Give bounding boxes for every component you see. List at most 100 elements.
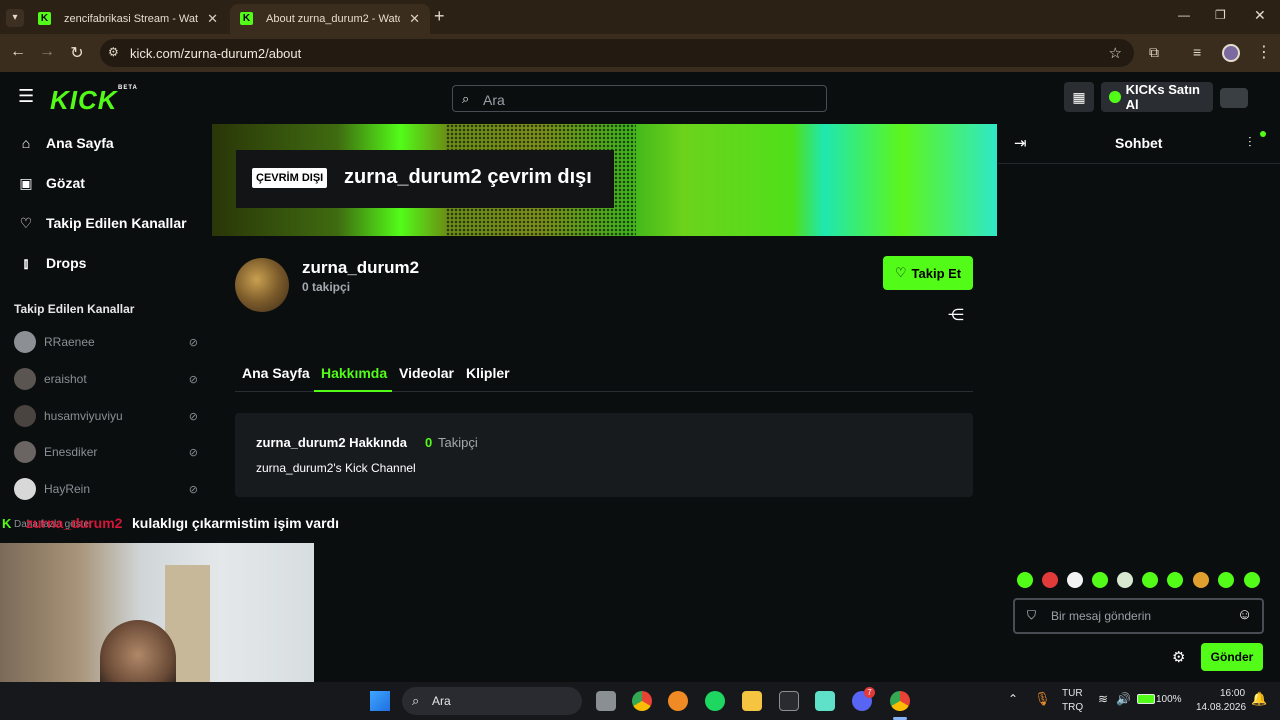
emote-icon[interactable]	[1042, 572, 1058, 588]
send-button[interactable]: Gönder	[1201, 643, 1263, 671]
sidebar-item-following[interactable]: ♡ Takip Edilen Kanallar	[18, 208, 187, 238]
followed-channel-item[interactable]: HayRein ⊘	[14, 475, 198, 503]
task-view-icon[interactable]	[596, 691, 616, 711]
taskbar-search[interactable]: ⌕ Ara	[402, 687, 582, 715]
epic-games-icon[interactable]	[779, 691, 799, 711]
drops-icon: ⫾	[23, 254, 29, 271]
language-top[interactable]: TUR	[1062, 688, 1083, 699]
search-input[interactable]: ⌕ Ara	[452, 85, 827, 112]
user-avatar[interactable]	[1220, 88, 1248, 108]
buy-kicks-button[interactable]: KICKs Satın Al	[1101, 82, 1213, 112]
media-control-icon[interactable]: ≡	[1193, 44, 1201, 60]
sidebar-item-label: Takip Edilen Kanallar	[46, 215, 187, 231]
tab-close-icon[interactable]: ✕	[207, 11, 218, 27]
chat-header-divider	[998, 163, 1280, 164]
emote-icon[interactable]	[1142, 572, 1158, 588]
emote-icon[interactable]	[1193, 572, 1209, 588]
about-title: zurna_durum2 Hakkında	[256, 435, 407, 450]
channel-name: zurna_durum2	[302, 258, 420, 277]
collapse-chat-icon[interactable]: ⇥	[1014, 134, 1027, 152]
tab-title: zencifabrikasi Stream - Watch L	[64, 13, 198, 25]
clock-time[interactable]: 16:00	[1220, 688, 1245, 699]
tab-list-chevron-icon[interactable]: ▾	[6, 9, 24, 27]
tab-close-icon[interactable]: ✕	[409, 11, 420, 27]
bookmark-star-icon[interactable]: ☆	[1109, 44, 1122, 62]
reload-icon[interactable]: ↻	[67, 43, 87, 63]
wifi-icon[interactable]: ≋	[1098, 692, 1108, 706]
emote-icon[interactable]	[1017, 572, 1033, 588]
emote-icon[interactable]	[1244, 572, 1260, 588]
followed-channel-item[interactable]: husamviyuviyu ⊘	[14, 402, 198, 430]
profile-avatar[interactable]	[1222, 44, 1240, 62]
language-bottom[interactable]: TRQ	[1062, 702, 1083, 713]
windows-taskbar: ⌕ Ara 7 ⌃ 🎙 TUR TRQ ≋ 🔊 100% 16:00 14.08…	[0, 682, 1280, 720]
chrome-active-icon[interactable]	[890, 691, 910, 711]
channel-name: eraishot	[44, 372, 87, 386]
battery-icon[interactable]	[1137, 694, 1155, 704]
offline-icon: ⊘	[188, 446, 198, 459]
microphone-icon[interactable]: 🎙	[1034, 691, 1051, 707]
chat-users-dot	[1260, 131, 1266, 137]
search-icon: ⌕	[462, 91, 470, 106]
close-window-button[interactable]: ✕	[1254, 7, 1266, 24]
hamburger-menu-icon[interactable]: ☰	[18, 86, 34, 107]
share-icon[interactable]: ⋲	[948, 305, 964, 325]
followed-channel-item[interactable]: RRaenee ⊘	[14, 328, 198, 356]
tab-title: About zurna_durum2 - Watch L	[266, 13, 400, 25]
browser-menu-icon[interactable]: ⋮	[1256, 42, 1272, 62]
chat-settings-icon[interactable]: ⚙	[1172, 648, 1185, 666]
emote-icon[interactable]	[1218, 572, 1234, 588]
new-tab-button[interactable]: +	[434, 6, 445, 27]
notification-icon[interactable]: 🔔	[1251, 691, 1267, 707]
browser-tab-2-active[interactable]: K About zurna_durum2 - Watch L ✕	[230, 4, 430, 34]
kick-logo[interactable]: KICK BETA	[50, 85, 137, 116]
chat-title: Sohbet	[1115, 135, 1163, 151]
spotify-icon[interactable]	[705, 691, 725, 711]
emote-icon[interactable]	[1067, 572, 1083, 588]
emote-icon[interactable]	[1092, 572, 1108, 588]
tab-home[interactable]: Ana Sayfa	[242, 365, 310, 381]
address-bar[interactable]: ⚙ kick.com/zurna-durum2/about ☆	[100, 39, 1134, 67]
emote-icon[interactable]	[1117, 572, 1133, 588]
followed-channel-item[interactable]: Enesdiker ⊘	[14, 438, 198, 466]
sidebar-item-drops[interactable]: ⫾ Drops	[18, 248, 87, 278]
back-arrow-icon[interactable]: ←	[8, 43, 28, 61]
chrome-icon[interactable]	[632, 691, 652, 711]
file-explorer-icon[interactable]	[742, 691, 762, 711]
start-button[interactable]	[370, 691, 390, 711]
extensions-icon[interactable]: ⧉	[1149, 44, 1159, 61]
avatar	[14, 441, 36, 463]
follow-button[interactable]: ♡ Takip Et	[883, 256, 973, 290]
forward-arrow-icon[interactable]: →	[37, 43, 57, 61]
overlay-message: kulaklıgı çıkarmistim işim vardı	[132, 515, 339, 531]
minimize-button[interactable]: —	[1178, 8, 1190, 22]
tab-videos[interactable]: Videolar	[399, 365, 454, 381]
chat-users-icon[interactable]: ⫶	[1248, 134, 1252, 151]
layout-toggle-button[interactable]: ▦	[1064, 82, 1094, 112]
sidebar-item-home[interactable]: ⌂ Ana Sayfa	[18, 128, 114, 158]
chat-app-icon[interactable]	[815, 691, 835, 711]
volume-icon[interactable]: 🔊	[1116, 692, 1131, 706]
show-hidden-icons[interactable]: ⌃	[1008, 692, 1018, 706]
emoji-icon[interactable]: ☺	[1237, 606, 1252, 623]
search-placeholder: Ara	[483, 92, 505, 108]
tab-about[interactable]: Hakkımda	[321, 365, 387, 381]
followed-channel-item[interactable]: eraishot ⊘	[14, 365, 198, 393]
offline-icon: ⊘	[188, 373, 198, 386]
offline-icon: ⊘	[188, 483, 198, 496]
chat-message-input[interactable]: ⛉ Bir mesaj gönderin ☺	[1013, 598, 1264, 634]
maximize-button[interactable]: ❐	[1215, 8, 1226, 22]
sidebar-item-browse[interactable]: ▣ Gözat	[18, 168, 85, 198]
tab-clips[interactable]: Klipler	[466, 365, 510, 381]
url-text[interactable]: kick.com/zurna-durum2/about	[130, 46, 301, 61]
browser-tab-1[interactable]: K zencifabrikasi Stream - Watch L ✕	[28, 4, 228, 34]
buy-kicks-label: KICKs Satın Al	[1125, 82, 1200, 112]
offline-box: ÇEVRİM DIŞI zurna_durum2 çevrim dışı	[236, 150, 614, 208]
clock-date[interactable]: 14.08.2026	[1196, 702, 1246, 713]
site-info-icon[interactable]: ⚙	[108, 45, 119, 59]
emote-icon[interactable]	[1167, 572, 1183, 588]
battery-percent: 100%	[1156, 694, 1182, 705]
avatar	[14, 405, 36, 427]
firefox-icon[interactable]	[668, 691, 688, 711]
channel-banner: ÇEVRİM DIŞI zurna_durum2 çevrim dışı	[212, 124, 997, 236]
